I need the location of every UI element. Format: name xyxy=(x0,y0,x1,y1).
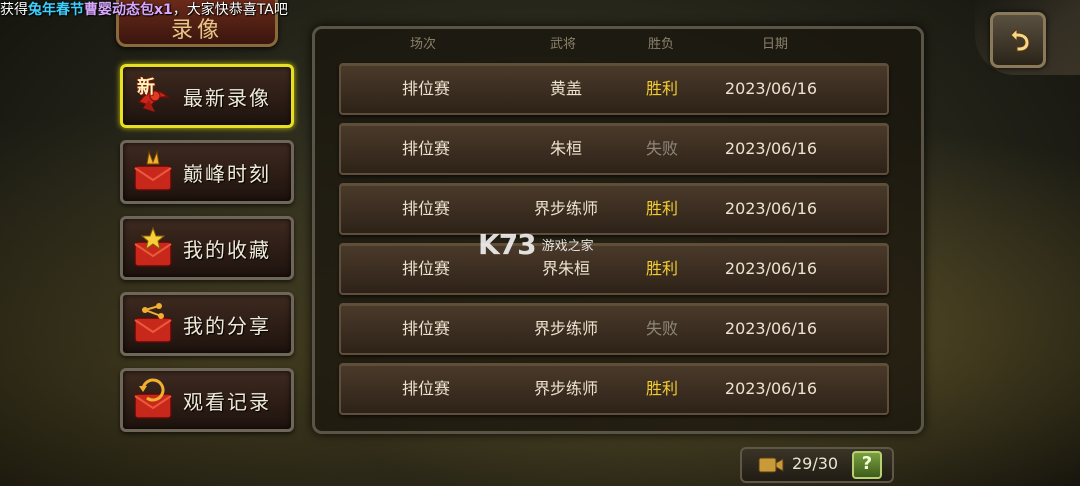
replay-count: 29/30 xyxy=(792,454,839,473)
match-type: 排位赛 xyxy=(401,319,450,338)
match-result: 胜利 xyxy=(645,199,678,218)
match-type: 排位赛 xyxy=(401,139,450,158)
table-row[interactable]: 排位赛 界步练师 胜利 2023/06/16 xyxy=(339,363,889,415)
sidebar-item-watch-history[interactable]: 观看记录 xyxy=(120,368,294,432)
match-result: 胜利 xyxy=(645,259,678,278)
table-row[interactable]: 排位赛 界步练师 失败 2023/06/16 xyxy=(339,303,889,355)
match-type: 排位赛 xyxy=(401,199,450,218)
match-type: 排位赛 xyxy=(401,259,450,278)
broadcast-ticker: 获得兔年春节曹婴动态包x1，大家快恭喜TA吧 xyxy=(0,0,288,20)
sidebar-menu: 新 最新录像 巅峰时刻 我的收藏 我的分享 观看记录 xyxy=(120,64,294,444)
sidebar-item-my-shares[interactable]: 我的分享 xyxy=(120,292,294,356)
table-row[interactable]: 排位赛 朱桓 失败 2023/06/16 xyxy=(339,123,889,175)
ticker-suffix: ，大家快恭喜TA吧 xyxy=(172,2,288,18)
replay-list-panel: 场次 武将 胜负 日期 排位赛 黄盖 胜利 2023/06/16 排位赛 朱桓 … xyxy=(312,26,924,434)
ticker-highlight-event: 兔年春节 xyxy=(28,2,84,18)
red-envelope-star-icon xyxy=(129,148,177,196)
general-name: 黄盖 xyxy=(549,79,582,98)
match-date: 2023/06/16 xyxy=(724,379,818,398)
sidebar-item-my-favorites[interactable]: 我的收藏 xyxy=(120,216,294,280)
match-date: 2023/06/16 xyxy=(724,139,818,158)
match-result: 胜利 xyxy=(645,379,678,398)
site-watermark: K73 游戏之家 xyxy=(478,228,594,261)
table-row[interactable]: 排位赛 界朱桓 胜利 2023/06/16 xyxy=(339,243,889,295)
back-arrow-icon xyxy=(1010,27,1030,52)
back-button[interactable] xyxy=(990,12,1046,68)
replay-storage-counter: 29/30 ? xyxy=(740,447,894,483)
sidebar-item-label: 最新录像 xyxy=(183,85,271,110)
ticker-prefix: 获得 xyxy=(0,2,28,18)
match-date: 2023/06/16 xyxy=(724,259,818,278)
general-name: 界步练师 xyxy=(533,319,598,338)
column-header-general: 武将 xyxy=(549,37,576,52)
help-button[interactable]: ? xyxy=(852,451,882,479)
sidebar-item-label: 观看记录 xyxy=(183,389,271,414)
match-result: 胜利 xyxy=(645,79,678,98)
match-type: 排位赛 xyxy=(401,379,450,398)
sidebar-item-label: 我的分享 xyxy=(183,313,271,338)
column-header-date: 日期 xyxy=(761,37,788,52)
red-envelope-share-icon xyxy=(129,300,177,348)
match-result: 失败 xyxy=(645,319,678,338)
table-row[interactable]: 排位赛 黄盖 胜利 2023/06/16 xyxy=(339,63,889,115)
match-date: 2023/06/16 xyxy=(724,319,818,338)
ticker-highlight-item: 曹婴动态包x1 xyxy=(84,2,173,18)
sidebar-item-peak-moments[interactable]: 巅峰时刻 xyxy=(120,140,294,204)
match-date: 2023/06/16 xyxy=(724,199,818,218)
sidebar-item-label: 巅峰时刻 xyxy=(183,161,271,186)
column-header-result: 胜负 xyxy=(647,37,674,52)
table-row[interactable]: 排位赛 界步练师 胜利 2023/06/16 xyxy=(339,183,889,235)
match-date: 2023/06/16 xyxy=(724,79,818,98)
match-result: 失败 xyxy=(645,139,678,158)
sidebar-item-label: 我的收藏 xyxy=(183,237,271,262)
red-envelope-history-icon xyxy=(129,376,177,424)
general-name: 界步练师 xyxy=(533,199,598,218)
video-camera-icon xyxy=(758,457,784,473)
match-type: 排位赛 xyxy=(401,79,450,98)
watermark-logo: K73 xyxy=(478,228,537,261)
column-header-match: 场次 xyxy=(409,37,436,52)
sidebar-item-badge: 新 xyxy=(137,77,155,98)
sidebar-item-latest-replays[interactable]: 新 最新录像 xyxy=(120,64,294,128)
red-envelope-gold-star-icon xyxy=(129,224,177,272)
general-name: 朱桓 xyxy=(549,139,582,158)
general-name: 界步练师 xyxy=(533,379,598,398)
watermark-text: 游戏之家 xyxy=(541,239,594,254)
